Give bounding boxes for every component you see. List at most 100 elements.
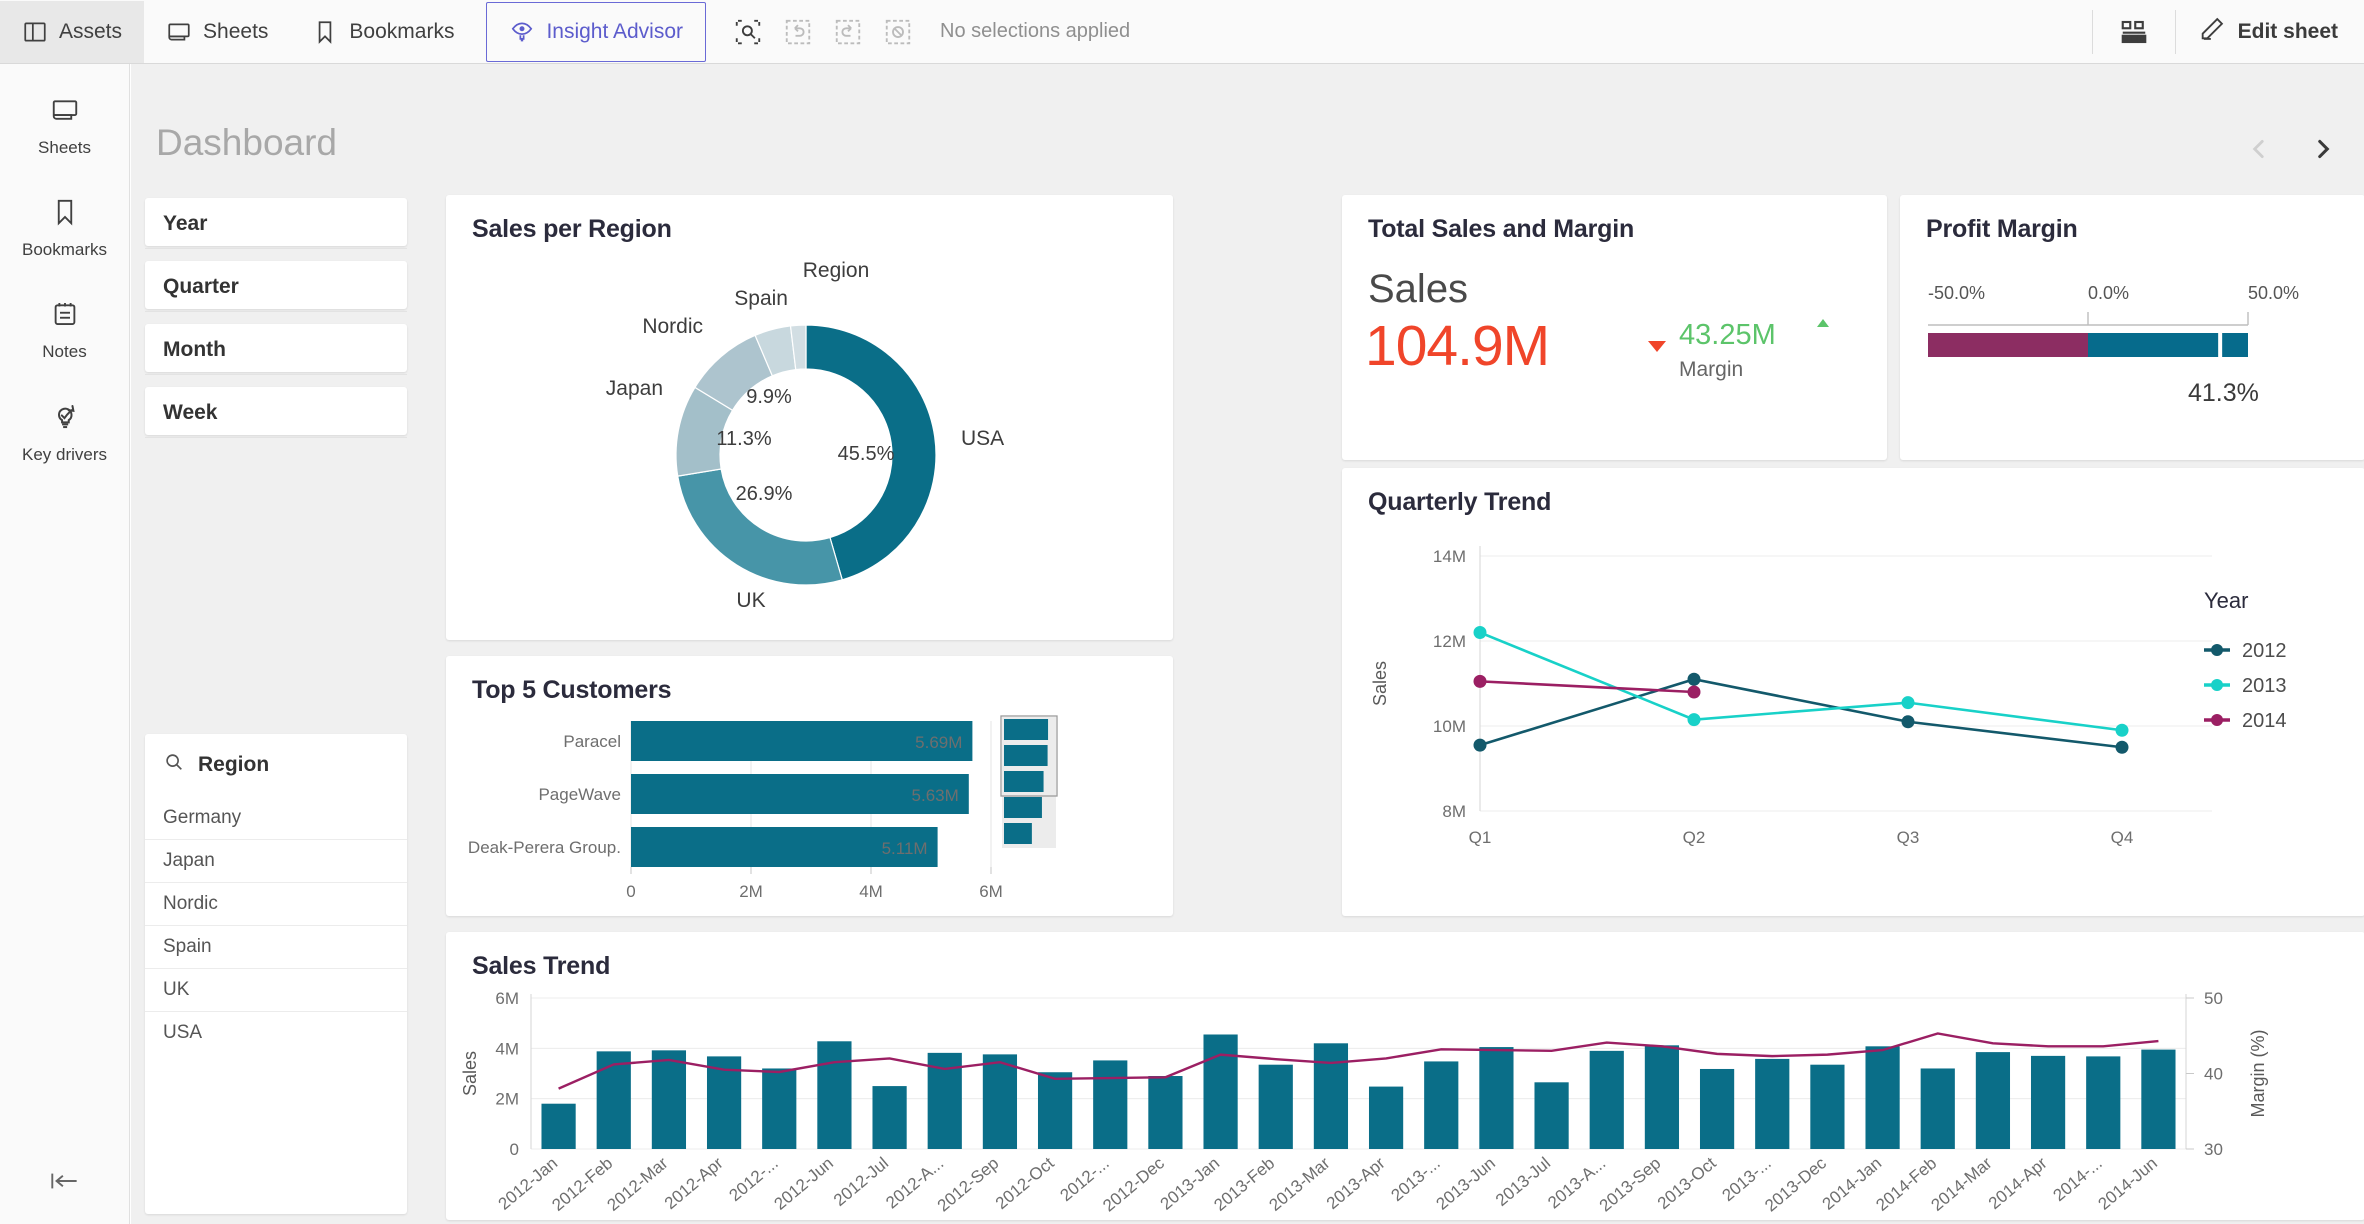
filter-year[interactable]: Year [145,198,407,249]
svg-text:5.63M: 5.63M [912,786,959,805]
svg-text:Paracel: Paracel [563,732,621,751]
svg-text:45.5%: 45.5% [838,443,895,465]
gauge-mid-label: 0.0% [2088,283,2130,303]
svg-text:Region: Region [803,259,870,282]
svg-text:10M: 10M [1433,717,1466,736]
svg-text:11.3%: 11.3% [716,428,771,450]
quarterly-trend-svg: 8M 10M 12M 14M Q1 Q2 Q3 Q4 Sales Year 2012 2013 2014 [1370,546,2287,847]
rail-item-key-drivers[interactable]: Key drivers [0,392,129,472]
svg-text:40: 40 [2204,1065,2223,1084]
svg-text:2012-Jul: 2012-Jul [830,1154,892,1210]
svg-text:8M: 8M [1442,802,1466,821]
list-item[interactable]: Germany [145,796,407,839]
tab-insight-advisor[interactable]: Insight Advisor [486,1,707,62]
kpi-value: 104.9M [1365,314,1550,378]
kpi-total-sales-and-margin[interactable]: Total Sales and Margin Sales 104.9M 43.2… [1342,195,1887,460]
collapse-panel-icon[interactable] [0,1168,130,1194]
svg-text:50: 50 [2204,989,2223,1008]
step-forward-icon[interactable] [828,12,868,52]
svg-text:Q3: Q3 [1897,828,1920,847]
filter-quarter[interactable]: Quarter [145,261,407,312]
sheet-navigation [2246,136,2336,167]
filter-year-label: Year [145,198,407,249]
step-back-icon[interactable] [778,12,818,52]
svg-text:2013-Feb: 2013-Feb [1210,1154,1278,1215]
svg-text:2012-Feb: 2012-Feb [548,1154,616,1215]
chart-sales-per-region-title: Sales per Region [472,215,672,243]
chevron-left-icon[interactable] [2246,136,2272,167]
top-toolbar: Assets Sheets Bookmarks Insight Advisor [0,0,2364,64]
filter-month[interactable]: Month [145,324,407,375]
filter-quarter-label: Quarter [145,261,407,312]
svg-text:Deak-Perera Group.: Deak-Perera Group. [468,838,621,857]
gauge-bar-svg [1928,333,2248,357]
svg-text:0: 0 [626,882,635,901]
list-item[interactable]: Nordic [145,882,407,925]
svg-text:2012-Mar: 2012-Mar [604,1153,672,1215]
svg-text:5.11M: 5.11M [882,839,928,858]
chart-top-5-customers[interactable]: Top 5 Customers 0 2M 4M 6M Paracel 5.69M PageW… [446,656,1173,916]
list-item[interactable]: UK [145,968,407,1011]
svg-text:6M: 6M [495,989,519,1008]
svg-text:2014-Apr: 2014-Apr [1985,1153,2051,1213]
chevron-right-icon[interactable] [2310,136,2336,167]
svg-text:USA: USA [961,427,1004,450]
pencil-icon [2198,15,2226,49]
list-item-label: Spain [163,936,212,957]
rail-item-notes[interactable]: Notes [0,290,129,370]
svg-text:2M: 2M [739,882,763,901]
kpi-secondary-label: Margin [1679,358,1744,381]
gauge-value-label: 41.3% [2188,379,2259,407]
svg-text:2014-Mar: 2014-Mar [1928,1153,1996,1215]
filter-week-label: Week [145,387,407,438]
gauge-profit-margin[interactable]: Profit Margin -50.0% 0.0% 50.0% 41.3% [1900,195,2364,460]
tab-assets[interactable]: Assets [0,0,145,63]
svg-text:2013-Sep: 2013-Sep [1596,1154,1665,1216]
svg-text:2013-Jun: 2013-Jun [1432,1154,1499,1214]
left-rail: Sheets Bookmarks Notes Key drivers [0,64,130,1224]
svg-text:2013: 2013 [2242,675,2287,697]
kpi-measure-label: Sales [1368,267,1469,311]
rail-item-key-drivers-label: Key drivers [21,444,108,464]
edit-sheet-button[interactable]: Edit sheet [2176,0,2364,64]
region-listbox: Region Germany Japan Nordic Spain UK USA [145,734,407,1214]
toolbar-right-group: Edit sheet [2091,0,2364,64]
chart-sales-per-region[interactable]: Sales per Region 45.5% 26.9% 11.3% 9.9% USA U… [446,195,1173,640]
svg-text:Spain: Spain [734,287,788,310]
list-item[interactable]: USA [145,1011,407,1054]
svg-text:2012-Dec: 2012-Dec [1099,1153,1168,1215]
sheets-icon [50,95,80,130]
svg-text:2013-Oct: 2013-Oct [1654,1153,1720,1213]
lightbulb-eye-icon [509,19,535,45]
svg-text:Margin (%): Margin (%) [2248,1029,2268,1117]
list-item-label: Germany [163,806,242,828]
svg-text:Q2: Q2 [1683,828,1706,847]
list-item-label: Nordic [163,893,218,914]
svg-text:14M: 14M [1433,547,1466,566]
search-icon[interactable] [163,751,185,779]
rail-item-bookmarks[interactable]: Bookmarks [0,188,129,268]
svg-text:2014-Jun: 2014-Jun [2094,1154,2161,1214]
rail-item-sheets-label: Sheets [38,137,91,157]
list-item-label: USA [163,1022,203,1043]
gauge-title: Profit Margin [1926,215,2078,243]
kpi-secondary-value: 43.25M [1679,319,1776,351]
list-item[interactable]: Spain [145,925,407,968]
filter-week[interactable]: Week [145,387,407,438]
tab-bookmarks[interactable]: Bookmarks [290,1,476,63]
selection-search-icon[interactable] [728,12,768,52]
rail-item-sheets[interactable]: Sheets [0,86,129,166]
svg-text:2012: 2012 [2242,640,2287,662]
trend-up-icon [1817,319,1829,327]
list-item[interactable]: Japan [145,839,407,882]
chart-sales-trend[interactable]: Sales Trend 0 2M 4M 6M 30 40 50 Sales Margin (%)… [446,932,2364,1220]
kpi-title: Total Sales and Margin [1368,215,1635,243]
selection-actions: No selections applied [728,12,1130,52]
sheet-grid-icon[interactable] [2093,17,2175,47]
tab-sheets[interactable]: Sheets [144,1,290,63]
clear-selections-icon[interactable] [878,12,918,52]
svg-text:2M: 2M [495,1090,519,1109]
bookmark-icon [312,19,338,45]
region-listbox-header: Region [145,734,407,796]
chart-quarterly-trend[interactable]: Quarterly Trend 8M 10M 12M 14M Q1 Q2 Q3 Q4 Sales… [1342,468,2364,916]
